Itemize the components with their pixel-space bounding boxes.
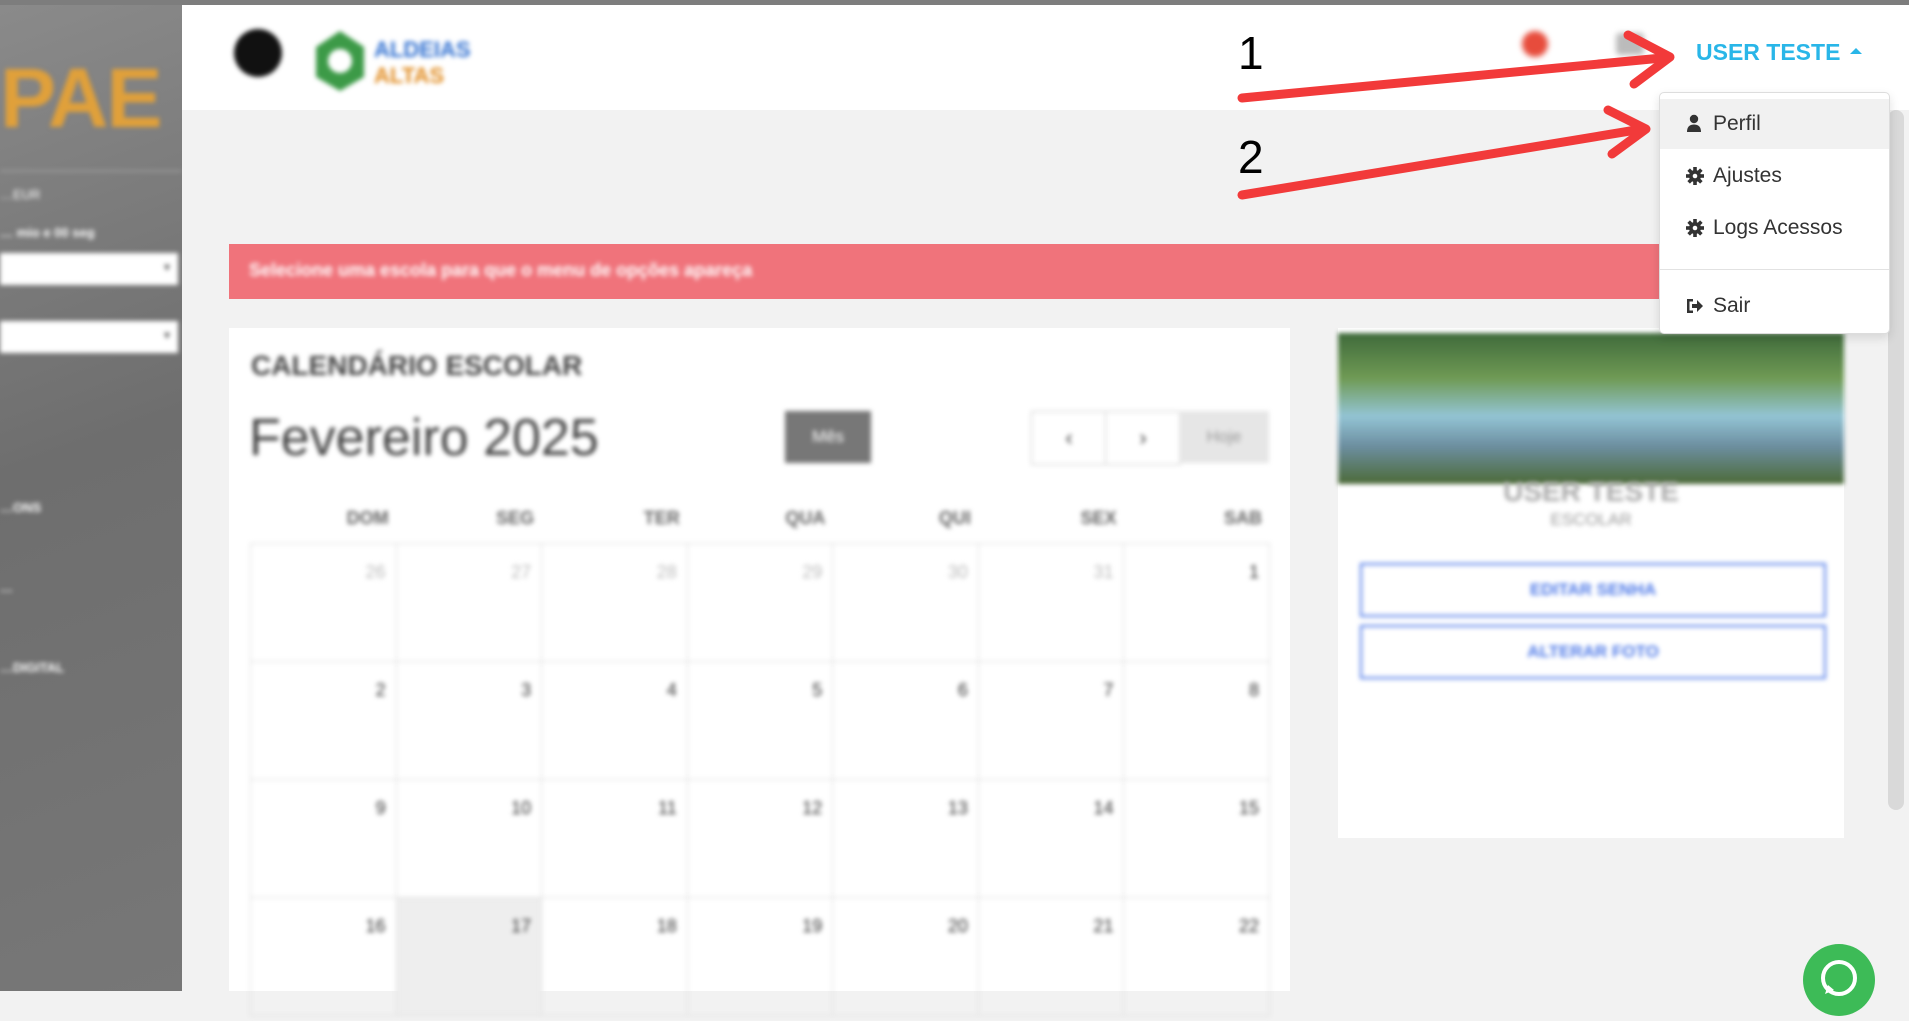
sidebar: PAE …EUR … mio e 00 seg …ONS … …DIGITAL — [0, 5, 182, 991]
sidebar-item-2[interactable]: … — [0, 580, 13, 595]
calendar-day[interactable]: 5 — [686, 661, 834, 780]
page-scrollbar[interactable] — [1888, 110, 1904, 810]
sidebar-item-1[interactable]: …ONS — [0, 500, 41, 515]
calendar-week: 2 3 4 5 6 7 8 — [250, 661, 1271, 780]
menu-item-perfil[interactable]: Perfil — [1660, 99, 1889, 149]
edit-password-button[interactable]: EDITAR SENHA — [1360, 563, 1826, 617]
profile-name: USER TESTE — [1503, 476, 1679, 507]
menu-item-label: Ajustes — [1713, 164, 1782, 187]
calendar-weekday-header: DOM SEG TER QUA QUI SEX SAB — [251, 508, 1270, 544]
change-photo-button[interactable]: ALTERAR FOTO — [1360, 625, 1826, 679]
calendar-title: CALENDÁRIO ESCOLAR — [251, 350, 583, 381]
brand-logo-line2: ALTAS — [374, 63, 445, 88]
calendar-day[interactable]: 11 — [541, 779, 688, 898]
calendar-day[interactable]: 27 — [395, 543, 543, 662]
sidebar-select-2[interactable] — [0, 321, 178, 353]
calendar-day[interactable]: 31 — [977, 543, 1125, 662]
whatsapp-icon — [1821, 960, 1857, 996]
menu-item-label: Sair — [1713, 294, 1751, 317]
calendar-day-today[interactable]: 17 — [395, 897, 543, 1016]
menu-item-ajustes[interactable]: Ajustes — [1660, 151, 1889, 201]
annotation-arrow-2 — [1237, 125, 1641, 200]
sign-out-icon — [1686, 281, 1704, 331]
weekday-label: SEX — [1080, 508, 1117, 528]
calendar-grid: DOM SEG TER QUA QUI SEX SAB 26 27 28 29 … — [250, 508, 1271, 1016]
calendar-month-label: Fevereiro 2025 — [249, 409, 599, 467]
weekday-label: SAB — [1224, 508, 1263, 528]
profile-card: USER TESTE ESCOLAR EDITAR SENHA ALTERAR … — [1338, 328, 1844, 838]
profile-cover-photo — [1338, 333, 1844, 484]
annotation-marker-2: 2 — [1238, 131, 1264, 183]
calendar-day[interactable]: 30 — [832, 543, 979, 662]
menu-divider — [1660, 269, 1889, 270]
month-view-button[interactable]: Mês — [785, 411, 871, 463]
next-month-button[interactable]: › — [1105, 411, 1181, 465]
notification-bell-icon[interactable] — [1522, 31, 1548, 57]
calendar-day[interactable]: 16 — [250, 897, 397, 1016]
calendar-week: 26 27 28 29 30 31 1 — [250, 543, 1271, 662]
user-name-label: USER TESTE — [1696, 39, 1841, 65]
calendar-week: 9 10 11 12 13 14 15 — [250, 779, 1271, 898]
whatsapp-button[interactable] — [1803, 944, 1875, 1016]
calendar-day[interactable]: 1 — [1123, 543, 1271, 662]
weekday-label: SEG — [496, 508, 535, 528]
user-icon — [1686, 99, 1704, 149]
calendar-week: 16 17 18 19 20 21 22 — [250, 897, 1271, 1016]
calendar-day[interactable]: 15 — [1123, 779, 1271, 898]
menu-item-logs-acessos[interactable]: Logs Acessos — [1660, 203, 1889, 253]
weekday-label: TER — [643, 508, 680, 528]
calendar-day[interactable]: 10 — [395, 779, 543, 898]
annotation-marker-1: 1 — [1238, 27, 1264, 79]
calendar-day[interactable]: 6 — [832, 661, 979, 780]
top-header: ALDEIAS ALTAS USER TESTE — [182, 5, 1909, 110]
calendar-day[interactable]: 4 — [541, 661, 688, 780]
calendar-day[interactable]: 28 — [541, 543, 688, 662]
calendar-day[interactable]: 7 — [977, 661, 1125, 780]
profile-role: ESCOLAR — [1550, 510, 1632, 529]
brand-logo: ALDEIAS ALTAS — [310, 27, 482, 95]
menu-item-sair[interactable]: Sair — [1660, 281, 1889, 331]
user-dropdown-menu: Perfil Ajustes Logs Acessos Sair — [1659, 92, 1890, 334]
calendar-day[interactable]: 2 — [250, 661, 397, 780]
calendar-card: CALENDÁRIO ESCOLAR Fevereiro 2025 Mês ‹ … — [229, 328, 1290, 1016]
brand-emblem-icon — [316, 31, 364, 91]
brand-logo-line1: ALDEIAS — [374, 37, 471, 62]
calendar-day[interactable]: 20 — [832, 897, 979, 1016]
sidebar-divider — [0, 170, 182, 172]
sidebar-text-2: … mio e 00 seg — [0, 225, 95, 240]
calendar-day[interactable]: 9 — [250, 779, 397, 898]
calendar-day[interactable]: 14 — [977, 779, 1125, 898]
sidebar-logo: PAE — [0, 51, 162, 145]
menu-item-label: Perfil — [1713, 112, 1761, 135]
sidebar-item-3[interactable]: …DIGITAL — [0, 660, 64, 675]
gear-icon — [1686, 203, 1704, 253]
weekday-label: DOM — [346, 508, 389, 528]
calendar-day[interactable]: 21 — [977, 897, 1125, 1016]
calendar-day[interactable]: 26 — [250, 543, 397, 662]
weekday-label: QUI — [938, 508, 971, 528]
calendar-day[interactable]: 12 — [686, 779, 834, 898]
menu-toggle-icon[interactable] — [234, 29, 282, 77]
alert-text: Selecione uma escola para que o menu de … — [249, 260, 753, 280]
prev-month-button[interactable]: ‹ — [1031, 411, 1107, 465]
calendar-day[interactable]: 3 — [395, 661, 543, 780]
calendar-day[interactable]: 29 — [686, 543, 834, 662]
alert-banner: Selecione uma escola para que o menu de … — [229, 244, 1869, 299]
weekday-label: QUA — [785, 508, 826, 528]
sidebar-text-1: …EUR — [0, 187, 41, 202]
annotation-arrowhead-2 — [1603, 105, 1651, 159]
sidebar-select-1[interactable] — [0, 253, 178, 285]
today-button[interactable]: Hoje — [1179, 411, 1269, 463]
calendar-day[interactable]: 8 — [1123, 661, 1271, 780]
user-menu-toggle[interactable]: USER TESTE — [1696, 34, 1863, 70]
calendar-day[interactable]: 13 — [832, 779, 979, 898]
messages-icon[interactable] — [1616, 33, 1644, 55]
caret-up-icon — [1850, 47, 1863, 54]
calendar-day[interactable]: 19 — [686, 897, 834, 1016]
calendar-day[interactable]: 22 — [1123, 897, 1271, 1016]
calendar-day[interactable]: 18 — [541, 897, 688, 1016]
menu-item-label: Logs Acessos — [1713, 216, 1843, 239]
gear-icon — [1686, 151, 1704, 201]
